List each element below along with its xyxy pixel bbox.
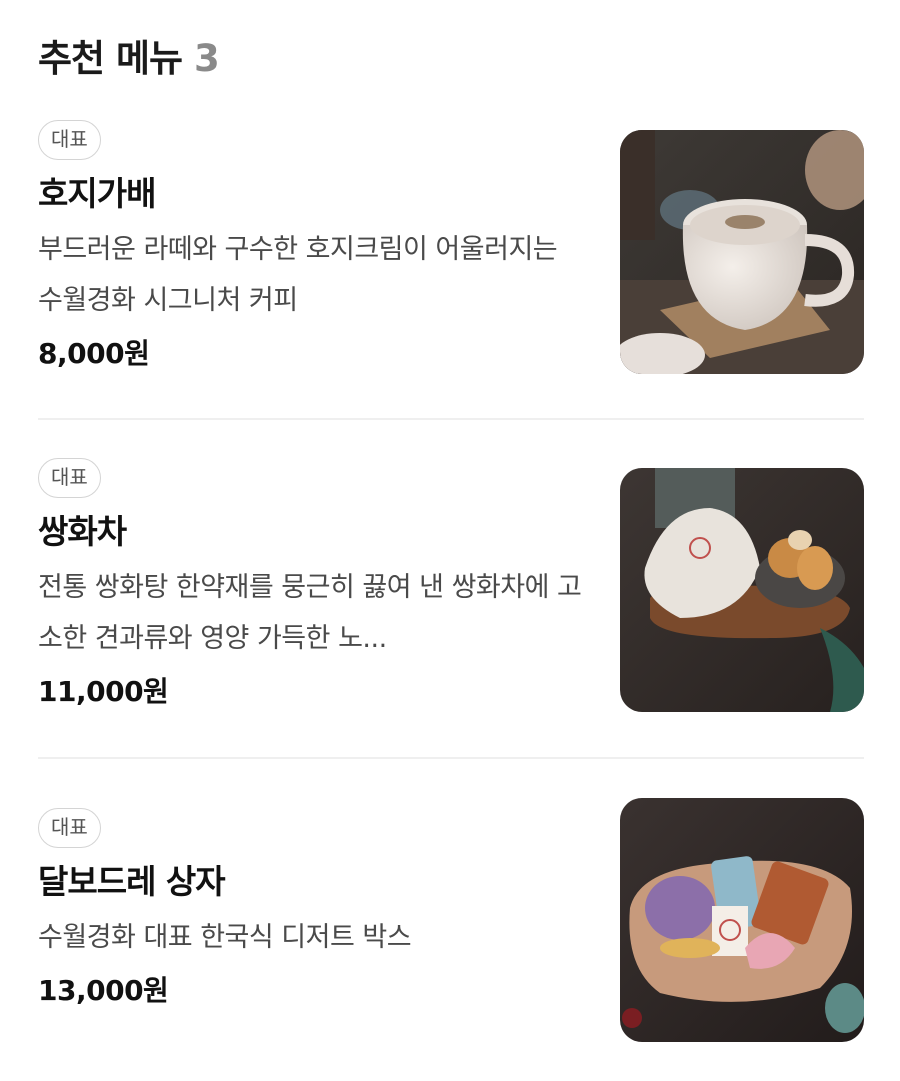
menu-item-name: 달보드레 상자 (38, 862, 226, 901)
signature-badge: 대표 (38, 808, 101, 848)
menu-item-description: 수월경화 대표 한국식 디저트 박스 (38, 922, 412, 953)
menu-item-text: 대표 호지가배 부드러운 라떼와 구수한 호지크림이 어울러지는 수월경화 시그… (38, 120, 588, 374)
dessert-box-photo[interactable] (620, 798, 864, 1042)
menu-item-dalbodeure-box[interactable]: 대표 달보드레 상자 수월경화 대표 한국식 디저트 박스 13,000원 (38, 798, 864, 1042)
section-title: 추천 메뉴 (38, 37, 183, 80)
menu-item-text: 대표 쌍화차 전통 쌍화탕 한약재를 뭉근히 끓여 낸 쌍화차에 고소한 견과류… (38, 458, 588, 712)
menu-item-description: 부드러운 라떼와 구수한 호지크림이 어울러지는 수월경화 시그니처 커피 (38, 234, 558, 316)
signature-badge: 대표 (38, 458, 101, 498)
menu-item-price: 11,000원 (38, 675, 169, 708)
hojicha-latte-photo[interactable] (620, 130, 864, 374)
menu-item-text: 대표 달보드레 상자 수월경화 대표 한국식 디저트 박스 13,000원 (38, 808, 588, 1011)
signature-badge: 대표 (38, 120, 101, 160)
menu-item-ssanghwacha[interactable]: 대표 쌍화차 전통 쌍화탕 한약재를 뭉근히 끓여 낸 쌍화차에 고소한 견과류… (38, 458, 864, 712)
menu-item-hojigabae[interactable]: 대표 호지가배 부드러운 라떼와 구수한 호지크림이 어울러지는 수월경화 시그… (38, 120, 864, 374)
menu-item-description: 전통 쌍화탕 한약재를 뭉근히 끓여 낸 쌍화차에 고소한 견과류와 영양 가득… (38, 572, 582, 654)
section-header: 추천 메뉴 3 (38, 28, 220, 82)
section-count: 3 (194, 37, 220, 80)
menu-item-name: 쌍화차 (38, 512, 127, 551)
menu-item-name: 호지가배 (38, 174, 156, 213)
menu-item-price: 13,000원 (38, 974, 169, 1007)
divider (38, 418, 864, 420)
menu-item-price: 8,000원 (38, 337, 150, 370)
ssanghwa-tea-photo[interactable] (620, 468, 864, 712)
divider (38, 757, 864, 759)
